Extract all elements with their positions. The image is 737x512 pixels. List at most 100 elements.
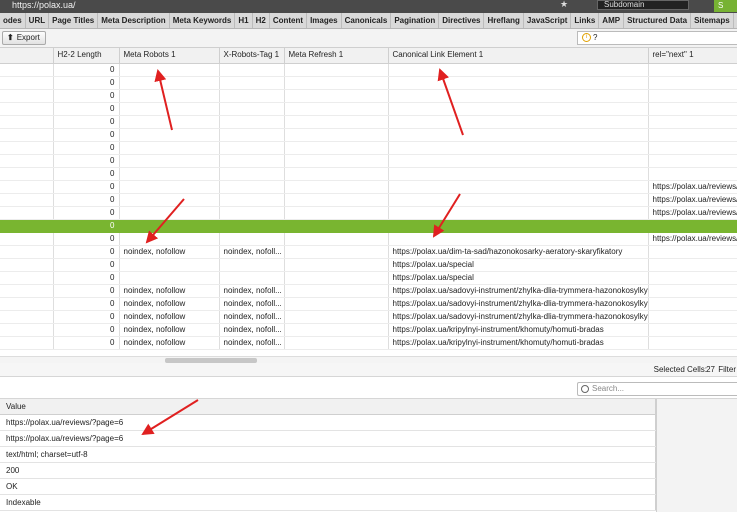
table-cell[interactable] [119, 63, 220, 77]
row-number-cell[interactable] [0, 76, 54, 90]
table-cell[interactable] [284, 336, 389, 350]
crawl-mode-select[interactable]: Subdomain [597, 0, 689, 10]
table-cell[interactable] [284, 89, 389, 103]
detail-value-cell[interactable]: 200 [0, 462, 656, 479]
table-cell[interactable] [119, 271, 220, 285]
table-cell[interactable]: noindex, nofoll... [219, 297, 285, 311]
table-cell[interactable] [119, 206, 220, 220]
table-row[interactable]: 0 [0, 89, 737, 103]
table-cell[interactable] [219, 128, 285, 142]
tab-hreflang[interactable]: Hreflang [484, 13, 524, 28]
table-row[interactable]: 0 [0, 115, 737, 129]
table-cell[interactable]: 0 [53, 167, 120, 181]
table-cell[interactable] [284, 167, 389, 181]
table-cell[interactable]: noindex, nofollow [119, 297, 220, 311]
table-row[interactable]: 0 [0, 102, 737, 116]
detail-row[interactable]: OK [0, 478, 656, 495]
table-cell[interactable]: noindex, nofollow [119, 323, 220, 337]
table-cell[interactable]: https://polax.ua/special [388, 258, 649, 272]
table-cell[interactable]: 0 [53, 336, 120, 350]
detail-value-cell[interactable]: OK [0, 478, 656, 495]
table-cell[interactable] [219, 167, 285, 181]
table-cell[interactable] [284, 271, 389, 285]
detail-search-input[interactable]: Search... [577, 382, 737, 396]
tab-content[interactable]: Content [270, 13, 308, 28]
table-cell[interactable] [219, 180, 285, 194]
table-cell[interactable] [119, 154, 220, 168]
table-cell[interactable] [119, 115, 220, 129]
table-cell[interactable]: 0 [53, 193, 120, 207]
table-cell[interactable] [388, 167, 649, 181]
table-cell[interactable] [284, 219, 389, 233]
row-number-cell[interactable] [0, 89, 54, 103]
row-number-cell[interactable] [0, 258, 54, 272]
table-cell[interactable] [284, 232, 389, 246]
table-cell[interactable] [388, 232, 649, 246]
tab-h2[interactable]: H2 [253, 13, 270, 28]
tab-amp[interactable]: AMP [599, 13, 625, 28]
table-cell[interactable]: https://polax.ua/sadovyi-instrument/zhyl… [388, 310, 649, 324]
table-cell[interactable] [119, 102, 220, 116]
table-cell[interactable]: https://polax.ua/reviews/ [648, 180, 737, 194]
table-cell[interactable]: 0 [53, 154, 120, 168]
table-row[interactable]: 0 [0, 154, 737, 168]
row-number-cell[interactable] [0, 102, 54, 116]
detail-value-cell[interactable]: text/html; charset=utf-8 [0, 446, 656, 463]
table-cell[interactable] [284, 245, 389, 259]
row-number-cell[interactable] [0, 167, 54, 181]
row-number-cell[interactable] [0, 232, 54, 246]
detail-row[interactable]: 200 [0, 462, 656, 479]
table-cell[interactable]: 0 [53, 219, 120, 233]
table-cell[interactable] [648, 336, 737, 350]
table-cell[interactable] [284, 258, 389, 272]
column-header[interactable]: X-Robots-Tag 1 [219, 48, 285, 64]
table-cell[interactable] [388, 180, 649, 194]
table-cell[interactable]: 0 [53, 310, 120, 324]
row-number-cell[interactable] [0, 154, 54, 168]
table-cell[interactable] [219, 76, 285, 90]
table-cell[interactable] [284, 310, 389, 324]
filter-search-input[interactable]: i? [577, 31, 737, 45]
table-cell[interactable]: https://polax.ua/sadovyi-instrument/zhyl… [388, 284, 649, 298]
row-number-cell[interactable] [0, 336, 54, 350]
row-number-cell[interactable] [0, 193, 54, 207]
row-number-cell[interactable] [0, 128, 54, 142]
table-cell[interactable] [284, 193, 389, 207]
table-cell[interactable] [219, 232, 285, 246]
row-number-cell[interactable] [0, 310, 54, 324]
table-row[interactable]: 0 noindex, nofollow noindex, nofoll... http… [0, 310, 737, 324]
table-row[interactable]: 0 [0, 167, 737, 181]
table-row[interactable]: 0 https://polax.ua/special [0, 271, 737, 285]
table-cell[interactable] [119, 89, 220, 103]
tab-canonicals[interactable]: Canonicals [342, 13, 392, 28]
filter-label[interactable]: Filter [718, 365, 736, 374]
table-cell[interactable] [219, 141, 285, 155]
table-cell[interactable] [388, 141, 649, 155]
table-cell[interactable]: noindex, nofollow [119, 310, 220, 324]
detail-value-cell[interactable]: https://polax.ua/reviews/?page=6 [0, 414, 656, 431]
row-number-cell[interactable] [0, 323, 54, 337]
table-cell[interactable] [284, 141, 389, 155]
detail-row[interactable]: text/html; charset=utf-8 [0, 446, 656, 463]
table-cell[interactable] [219, 154, 285, 168]
table-cell[interactable]: 0 [53, 141, 120, 155]
table-cell[interactable] [119, 128, 220, 142]
table-cell[interactable] [388, 89, 649, 103]
table-cell[interactable]: 0 [53, 115, 120, 129]
tab-odes[interactable]: odes [0, 13, 26, 28]
table-cell[interactable]: noindex, nofollow [119, 284, 220, 298]
table-cell[interactable] [388, 63, 649, 77]
table-cell[interactable] [284, 206, 389, 220]
table-row[interactable]: 0 noindex, nofollow noindex, nofoll... http… [0, 297, 737, 311]
row-number-cell[interactable] [0, 180, 54, 194]
table-cell[interactable]: 0 [53, 297, 120, 311]
table-cell[interactable] [219, 219, 285, 233]
table-cell[interactable]: noindex, nofoll... [219, 245, 285, 259]
row-number-cell[interactable] [0, 245, 54, 259]
tab-javascript[interactable]: JavaScript [524, 13, 572, 28]
table-row[interactable]: 0 noindex, nofollow noindex, nofoll... http… [0, 284, 737, 298]
table-cell[interactable]: https://polax.ua/special [388, 271, 649, 285]
table-cell[interactable] [119, 141, 220, 155]
tab-page-titles[interactable]: Page Titles [49, 13, 99, 28]
table-cell[interactable] [388, 102, 649, 116]
